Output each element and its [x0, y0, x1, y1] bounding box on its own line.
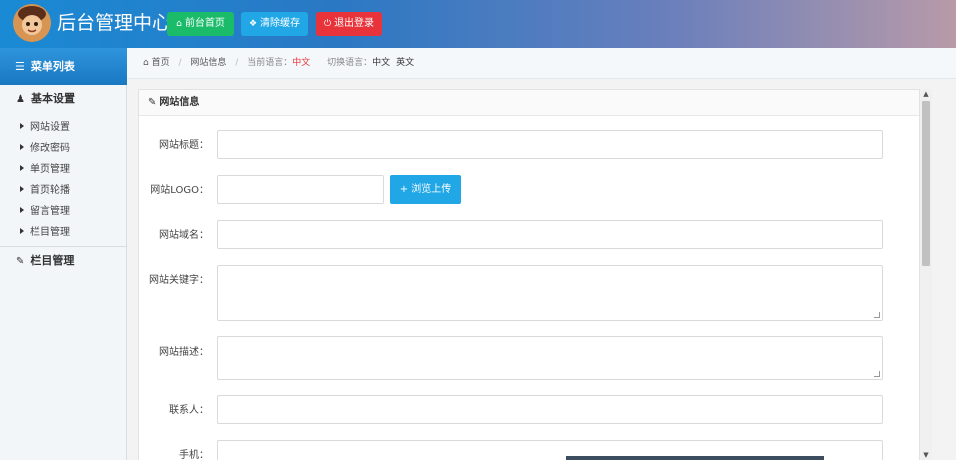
- site-keywords-label: 网站关键字：: [149, 275, 209, 286]
- user-icon: ♟: [16, 94, 25, 105]
- browse-upload-button[interactable]: + 浏览上传: [390, 175, 461, 204]
- app-title: 后台管理中心: [57, 12, 172, 34]
- sidebar-item-label: 留言管理: [30, 206, 70, 217]
- caret-right-icon: [20, 186, 24, 192]
- list-icon: ☰: [15, 60, 25, 73]
- breadcrumb-current: 网站信息: [190, 58, 227, 68]
- switch-language-label: 切换语言：: [327, 58, 373, 68]
- sidebar-item-single-page[interactable]: 单页管理: [0, 159, 126, 180]
- bottom-overlay-bar: [566, 456, 824, 460]
- phone-label: 手机：: [179, 450, 209, 460]
- current-language-value: 中文: [292, 58, 311, 68]
- caret-right-icon: [20, 165, 24, 171]
- resize-handle-icon[interactable]: [874, 312, 880, 318]
- sidebar-item-site-settings[interactable]: 网站设置: [0, 117, 126, 138]
- site-description-textarea[interactable]: [217, 336, 883, 380]
- sidebar-item-label: 栏目管理: [30, 227, 70, 238]
- power-icon: ⏻: [323, 19, 332, 29]
- contact-label: 联系人：: [169, 405, 209, 416]
- caret-right-icon: [20, 228, 24, 234]
- panel-header: ✎ 网站信息: [139, 90, 919, 116]
- sidebar-group-column-management[interactable]: ✎ 栏目管理: [0, 247, 126, 275]
- sidebar-group-label: 栏目管理: [30, 254, 75, 267]
- scroll-down-icon[interactable]: ▼: [920, 450, 932, 460]
- edit-icon: ✎: [16, 256, 25, 267]
- site-description-label: 网站描述：: [159, 347, 209, 358]
- site-keywords-textarea[interactable]: [217, 265, 883, 321]
- caret-right-icon: [20, 144, 24, 150]
- content-scrollbar[interactable]: ▲ ▼: [920, 89, 932, 460]
- resize-handle-icon[interactable]: [874, 371, 880, 377]
- sidebar: ☰ 菜单列表 ♟ 基本设置 网站设置 修改密码 单页管理 首页轮播 留言管理 栏目管…: [0, 48, 127, 460]
- sidebar-item-messages[interactable]: 留言管理: [0, 201, 126, 222]
- breadcrumb-separator: /: [235, 58, 239, 68]
- site-info-panel: ✎ 网站信息 网站标题： 网站LOGO： + 浏览上传 网站域名： 网站关键字： …: [138, 89, 920, 460]
- sidebar-group-label: 基本设置: [30, 92, 75, 105]
- sidebar-item-columns[interactable]: 栏目管理: [0, 222, 126, 243]
- home-icon: ⌂: [143, 58, 149, 68]
- menu-list-title: 菜单列表: [30, 60, 75, 73]
- language-option-chinese[interactable]: 中文: [372, 58, 390, 68]
- sidebar-item-change-password[interactable]: 修改密码: [0, 138, 126, 159]
- home-icon: ⌂: [176, 19, 182, 29]
- caret-right-icon: [20, 207, 24, 213]
- site-logo-label: 网站LOGO：: [150, 185, 209, 196]
- logo-avatar: [13, 4, 51, 42]
- home-button[interactable]: ⌂ 前台首页: [167, 12, 234, 36]
- site-domain-input[interactable]: [217, 220, 883, 249]
- menu-list-header: ☰ 菜单列表: [0, 48, 127, 85]
- sidebar-item-label: 修改密码: [30, 143, 70, 154]
- scroll-up-icon[interactable]: ▲: [920, 89, 932, 99]
- sidebar-item-label: 首页轮播: [30, 185, 70, 196]
- sidebar-item-home-carousel[interactable]: 首页轮播: [0, 180, 126, 201]
- sidebar-item-label: 单页管理: [30, 164, 70, 175]
- breadcrumb: ⌂ 首页 / 网站信息 / 当前语言：中文 切换语言：中文 英文: [127, 48, 956, 79]
- site-domain-label: 网站域名：: [159, 230, 209, 241]
- edit-icon: ✎: [148, 97, 157, 108]
- clear-cache-label: 清除缓存: [260, 18, 301, 29]
- breadcrumb-home[interactable]: 首页: [152, 58, 170, 68]
- current-language-label: 当前语言：: [247, 58, 293, 68]
- home-button-label: 前台首页: [184, 18, 225, 29]
- wrench-icon: ❖: [248, 19, 258, 29]
- logout-button[interactable]: ⏻ 退出登录: [316, 12, 382, 36]
- sidebar-group-basic-settings[interactable]: ♟ 基本设置: [0, 85, 126, 113]
- clear-cache-button[interactable]: ❖ 清除缓存: [241, 12, 308, 36]
- breadcrumb-separator: /: [178, 58, 182, 68]
- scrollbar-thumb[interactable]: [922, 101, 930, 266]
- main-content: ✎ 网站信息 网站标题： 网站LOGO： + 浏览上传 网站域名： 网站关键字： …: [127, 79, 956, 460]
- site-title-label: 网站标题：: [159, 140, 209, 151]
- logout-label: 退出登录: [334, 18, 375, 29]
- language-option-english[interactable]: 英文: [396, 58, 414, 68]
- top-header: 后台管理中心 ⌂ 前台首页 ❖ 清除缓存 ⏻ 退出登录: [0, 0, 956, 48]
- caret-right-icon: [20, 123, 24, 129]
- site-logo-input[interactable]: [217, 175, 384, 204]
- sidebar-item-label: 网站设置: [30, 122, 70, 133]
- contact-input[interactable]: [217, 395, 883, 424]
- panel-title: 网站信息: [159, 97, 200, 108]
- site-title-input[interactable]: [217, 130, 883, 159]
